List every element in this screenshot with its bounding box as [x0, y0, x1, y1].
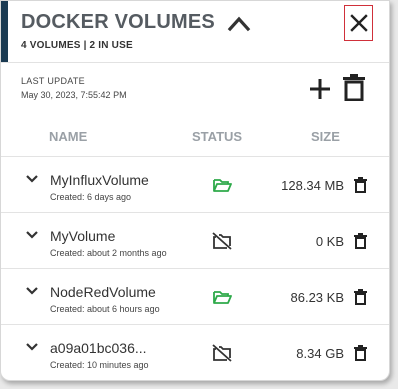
- column-header-size: SIZE: [311, 129, 340, 144]
- chevron-up-icon[interactable]: [227, 13, 251, 33]
- table-row[interactable]: MyInfluxVolume Created: 6 days ago 128.3…: [1, 156, 389, 212]
- trash-icon[interactable]: [354, 233, 367, 249]
- folder-off-icon: [212, 344, 232, 362]
- add-volume-button[interactable]: [307, 76, 333, 102]
- volume-created: Created: 6 days ago: [50, 192, 132, 202]
- column-header-status: STATUS: [192, 129, 243, 144]
- volume-name: a09a01bc036...: [50, 340, 147, 356]
- trash-icon[interactable]: [354, 289, 367, 305]
- volume-size: 0 KB: [315, 234, 344, 249]
- volume-size: 8.34 GB: [296, 346, 344, 361]
- column-header-name: NAME: [49, 129, 88, 144]
- chevron-down-icon[interactable]: [25, 342, 39, 352]
- close-icon: [349, 14, 368, 32]
- table-row[interactable]: NodeRedVolume Created: about 6 hours ago…: [1, 268, 389, 324]
- chevron-down-icon[interactable]: [25, 230, 39, 240]
- volume-created: Created: about 2 months ago: [50, 248, 167, 258]
- volume-name: MyInfluxVolume: [50, 172, 149, 188]
- volume-name: NodeRedVolume: [50, 284, 156, 300]
- table-row[interactable]: a09a01bc036... Created: 10 minutes ago 8…: [1, 324, 389, 380]
- folder-off-icon: [212, 232, 232, 250]
- volume-size: 128.34 MB: [281, 178, 344, 193]
- chevron-down-icon[interactable]: [25, 174, 39, 184]
- chevron-down-icon[interactable]: [25, 286, 39, 296]
- volume-created: Created: about 6 hours ago: [50, 304, 160, 314]
- docker-volumes-panel: DOCKER VOLUMES 4 VOLUMES | 2 IN USE LAST…: [0, 0, 390, 381]
- title-row: DOCKER VOLUMES: [21, 11, 251, 34]
- trash-icon[interactable]: [354, 345, 367, 361]
- folder-open-icon: [213, 179, 232, 192]
- volume-created: Created: 10 minutes ago: [50, 360, 149, 370]
- last-update-value: May 30, 2023, 7:55:42 PM: [21, 90, 127, 100]
- volume-summary: 4 VOLUMES | 2 IN USE: [21, 40, 133, 51]
- last-update-label: LAST UPDATE: [21, 76, 85, 86]
- volume-name: MyVolume: [50, 228, 116, 244]
- folder-open-icon: [213, 291, 232, 304]
- trash-icon[interactable]: [354, 177, 367, 193]
- table-row[interactable]: MyVolume Created: about 2 months ago 0 K…: [1, 212, 389, 268]
- delete-all-button[interactable]: [343, 73, 365, 101]
- close-button[interactable]: [344, 5, 373, 41]
- volume-size: 86.23 KB: [290, 290, 345, 305]
- panel-title: DOCKER VOLUMES: [21, 11, 215, 33]
- panel-header: DOCKER VOLUMES 4 VOLUMES | 2 IN USE: [1, 1, 389, 63]
